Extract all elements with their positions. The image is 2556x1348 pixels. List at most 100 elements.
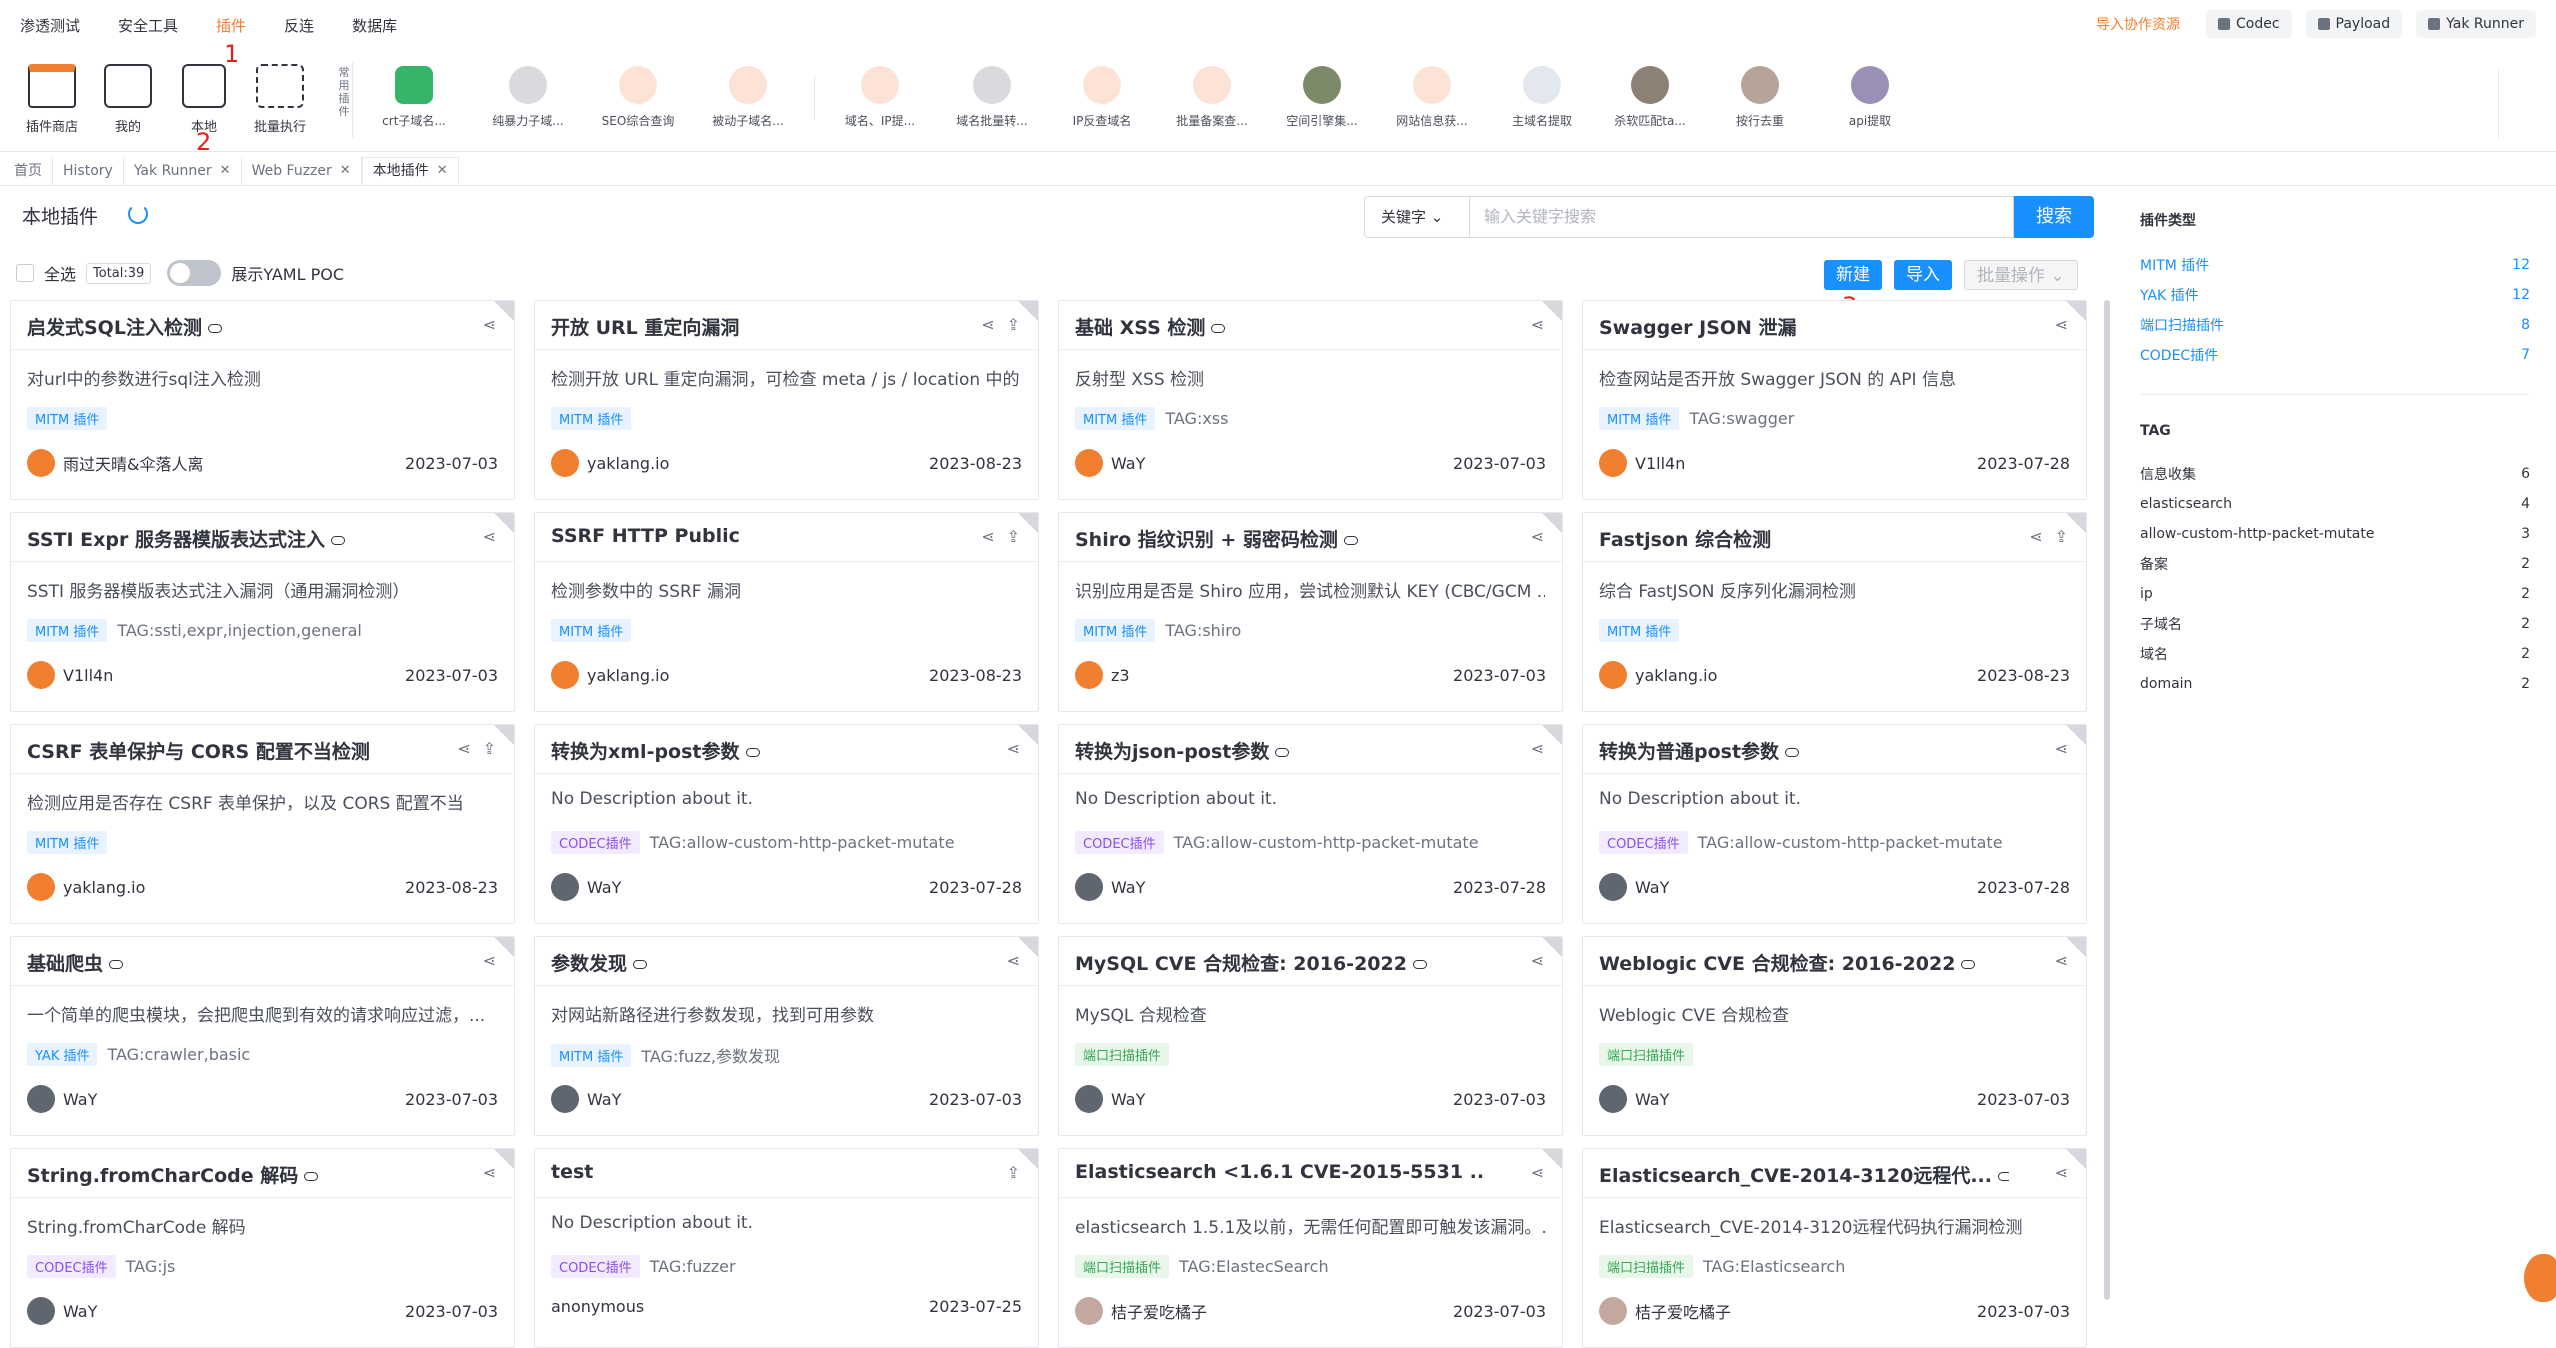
tag-filter[interactable]: 域名 2 bbox=[2140, 639, 2530, 669]
tag-filter[interactable]: domain 2 bbox=[2140, 669, 2530, 699]
import-collab-link[interactable]: 导入协作资源 bbox=[2096, 14, 2180, 34]
upload-icon[interactable]: ⇪ bbox=[2055, 527, 2068, 546]
upload-icon[interactable]: ⇪ bbox=[1007, 315, 1020, 334]
share-icon[interactable]: ⋖ bbox=[483, 527, 496, 546]
plugin-type-filter[interactable]: MITM 插件 12 bbox=[2140, 250, 2530, 280]
plugin-card[interactable]: 转换为json-post参数 ⋖ No Description about it. C… bbox=[1058, 724, 1563, 924]
tab-yak-runner[interactable]: Yak Runner ✕ bbox=[124, 157, 242, 185]
tab-local-plugins[interactable]: 本地插件 ✕ bbox=[361, 157, 459, 185]
plugin-card[interactable]: 开放 URL 重定向漏洞 ⋖ ⇪ 检测开放 URL 重定向漏洞，可检查 meta / … bbox=[534, 300, 1039, 500]
batch-button[interactable]: 批量操作 ⌄ bbox=[1964, 260, 2078, 290]
toolbar-collapse-icon[interactable] bbox=[2498, 70, 2544, 138]
tool-plugin-store[interactable]: 插件商店 bbox=[16, 64, 88, 135]
close-icon[interactable]: ✕ bbox=[220, 157, 231, 185]
plugin-card[interactable]: 基础 XSS 检测 ⋖ 反射型 XSS 检测 MITM 插件 TAG:xss WaY 202… bbox=[1058, 300, 1563, 500]
share-icon[interactable]: ⋖ bbox=[457, 739, 470, 758]
upload-icon[interactable]: ⇪ bbox=[1007, 1163, 1020, 1182]
close-icon[interactable]: ✕ bbox=[340, 157, 351, 185]
select-all-checkbox[interactable] bbox=[16, 264, 34, 282]
plugin-card[interactable]: test ⇪ No Description about it. CODEC插件 TAG:… bbox=[534, 1148, 1039, 1348]
share-icon[interactable]: ⋖ bbox=[1007, 739, 1020, 758]
nav-reverse[interactable]: 反连 bbox=[284, 15, 314, 36]
tool-mine[interactable]: 我的 bbox=[92, 64, 164, 135]
share-icon[interactable]: ⋖ bbox=[1007, 951, 1020, 970]
plugin-card[interactable]: SSRF HTTP Public ⋖ ⇪ 检测参数中的 SSRF 漏洞 MITM 插件 y… bbox=[534, 512, 1039, 712]
plugin-card[interactable]: CSRF 表单保护与 CORS 配置不当检测 ⋖ ⇪ 检测应用是否存在 CSRF 表单… bbox=[10, 724, 515, 924]
quick-plugin-7[interactable]: 批量备案查... bbox=[1160, 66, 1264, 129]
quick-plugin-0[interactable]: crt子域名... bbox=[362, 66, 466, 129]
tab-web-fuzzer[interactable]: Web Fuzzer ✕ bbox=[242, 157, 362, 185]
tag-filter[interactable]: elasticsearch 4 bbox=[2140, 489, 2530, 519]
quick-plugin-11[interactable]: 杀软匹配ta... bbox=[1598, 66, 1702, 129]
tool-batch-execute[interactable]: 批量执行 bbox=[244, 64, 316, 135]
yaml-poc-toggle[interactable] bbox=[167, 260, 222, 286]
share-icon[interactable]: ⋖ bbox=[2055, 315, 2068, 334]
plugin-type-filter[interactable]: 端口扫描插件 8 bbox=[2140, 310, 2530, 340]
search-button[interactable]: 搜索 bbox=[2014, 196, 2094, 238]
share-icon[interactable]: ⋖ bbox=[483, 951, 496, 970]
quick-plugin-5[interactable]: 域名批量转... bbox=[940, 66, 1044, 129]
share-icon[interactable]: ⋖ bbox=[483, 315, 496, 334]
tool-local[interactable]: 本地 bbox=[168, 64, 240, 135]
nav-security-tools[interactable]: 安全工具 bbox=[118, 15, 178, 36]
tag-filter[interactable]: 信息收集 6 bbox=[2140, 459, 2530, 489]
nav-database[interactable]: 数据库 bbox=[352, 15, 397, 36]
upload-icon[interactable]: ⇪ bbox=[483, 739, 496, 758]
search-mode-select[interactable]: 关键字 ⌄ bbox=[1364, 196, 1470, 238]
yak-mascot-icon[interactable] bbox=[2524, 1254, 2556, 1302]
quick-plugin-1[interactable]: 纯暴力子域... bbox=[476, 66, 580, 129]
import-button[interactable]: 导入 bbox=[1894, 260, 1952, 290]
plugin-card[interactable]: Shiro 指纹识别 + 弱密码检测 ⋖ 识别应用是否是 Shiro 应用，尝试检测… bbox=[1058, 512, 1563, 712]
share-icon[interactable]: ⋖ bbox=[981, 527, 994, 546]
close-icon[interactable]: ✕ bbox=[437, 157, 448, 185]
yak-runner-button[interactable]: Yak Runner bbox=[2416, 10, 2536, 38]
plugin-type-filter[interactable]: YAK 插件 12 bbox=[2140, 280, 2530, 310]
tag-filter[interactable]: ip 2 bbox=[2140, 579, 2530, 609]
plugin-card[interactable]: Fastjson 综合检测 ⋖ ⇪ 综合 FastJSON 反序列化漏洞检测 MITM … bbox=[1582, 512, 2087, 712]
quick-plugin-10[interactable]: 主域名提取 bbox=[1490, 66, 1594, 129]
tag-filter[interactable]: 备案 2 bbox=[2140, 549, 2530, 579]
plugin-card[interactable]: SSTI Expr 服务器模版表达式注入 ⋖ SSTI 服务器模版表达式注入漏洞（通… bbox=[10, 512, 515, 712]
new-button[interactable]: 新建 bbox=[1824, 260, 1882, 290]
plugin-card[interactable]: Elasticsearch_CVE-2014-3120远程代... ⋖ Elasti… bbox=[1582, 1148, 2087, 1348]
share-icon[interactable]: ⋖ bbox=[2029, 527, 2042, 546]
codec-button[interactable]: Codec bbox=[2205, 10, 2292, 38]
share-icon[interactable]: ⋖ bbox=[1531, 951, 1544, 970]
tab-home[interactable]: 首页 bbox=[4, 157, 53, 185]
refresh-icon[interactable] bbox=[128, 204, 148, 224]
share-icon[interactable]: ⋖ bbox=[2055, 951, 2068, 970]
scrollbar[interactable] bbox=[2104, 300, 2110, 1300]
plugin-card[interactable]: MySQL CVE 合规检查: 2016-2022 ⋖ MySQL 合规检查 端口扫描… bbox=[1058, 936, 1563, 1136]
upload-icon[interactable]: ⇪ bbox=[1007, 527, 1020, 546]
quick-plugin-8[interactable]: 空间引擎集... bbox=[1270, 66, 1374, 129]
tag-filter[interactable]: allow-custom-http-packet-mutate 3 bbox=[2140, 519, 2530, 549]
plugin-card[interactable]: 基础爬虫 ⋖ 一个简单的爬虫模块，会把爬虫爬到有效的请求响应过滤，... YAK 插件… bbox=[10, 936, 515, 1136]
quick-plugin-12[interactable]: 按行去重 bbox=[1708, 66, 1812, 129]
plugin-card[interactable]: 转换为xml-post参数 ⋖ No Description about it. CO… bbox=[534, 724, 1039, 924]
quick-plugin-6[interactable]: IP反查域名 bbox=[1050, 66, 1154, 129]
quick-plugin-4[interactable]: 域名、IP提... bbox=[828, 66, 932, 129]
plugin-card[interactable]: 参数发现 ⋖ 对网站新路径进行参数发现，找到可用参数 MITM 插件 TAG:fuzz,… bbox=[534, 936, 1039, 1136]
quick-plugin-13[interactable]: api提取 bbox=[1818, 66, 1922, 129]
tab-history[interactable]: History bbox=[53, 157, 124, 185]
share-icon[interactable]: ⋖ bbox=[2055, 739, 2068, 758]
quick-plugin-3[interactable]: 被动子域名... bbox=[696, 66, 800, 129]
quick-plugin-9[interactable]: 网站信息获... bbox=[1380, 66, 1484, 129]
plugin-card[interactable]: 启发式SQL注入检测 ⋖ 对url中的参数进行sql注入检测 MITM 插件 雨过天晴&… bbox=[10, 300, 515, 500]
share-icon[interactable]: ⋖ bbox=[483, 1163, 496, 1182]
plugin-card[interactable]: 转换为普通post参数 ⋖ No Description about it. CODE… bbox=[1582, 724, 2087, 924]
tag-filter[interactable]: 子域名 2 bbox=[2140, 609, 2530, 639]
share-icon[interactable]: ⋖ bbox=[1531, 527, 1544, 546]
nav-pentest[interactable]: 渗透测试 bbox=[20, 15, 80, 36]
share-icon[interactable]: ⋖ bbox=[1531, 315, 1544, 334]
share-icon[interactable]: ⋖ bbox=[2055, 1163, 2068, 1182]
plugin-card[interactable]: Weblogic CVE 合规检查: 2016-2022 ⋖ Weblogic CV… bbox=[1582, 936, 2087, 1136]
share-icon[interactable]: ⋖ bbox=[1531, 1163, 1544, 1182]
plugin-card[interactable]: Swagger JSON 泄漏 ⋖ 检查网站是否开放 Swagger JSON 的 … bbox=[1582, 300, 2087, 500]
plugin-type-filter[interactable]: CODEC插件 7 bbox=[2140, 340, 2530, 370]
plugin-card[interactable]: Elasticsearch <1.6.1 CVE-2015-5531 ... ⋖ e… bbox=[1058, 1148, 1563, 1348]
share-icon[interactable]: ⋖ bbox=[981, 315, 994, 334]
search-input[interactable]: 输入关键字搜索 bbox=[1470, 196, 2014, 238]
nav-plugins[interactable]: 插件 bbox=[216, 15, 246, 36]
plugin-card[interactable]: String.fromCharCode 解码 ⋖ String.fromCharCo… bbox=[10, 1148, 515, 1348]
